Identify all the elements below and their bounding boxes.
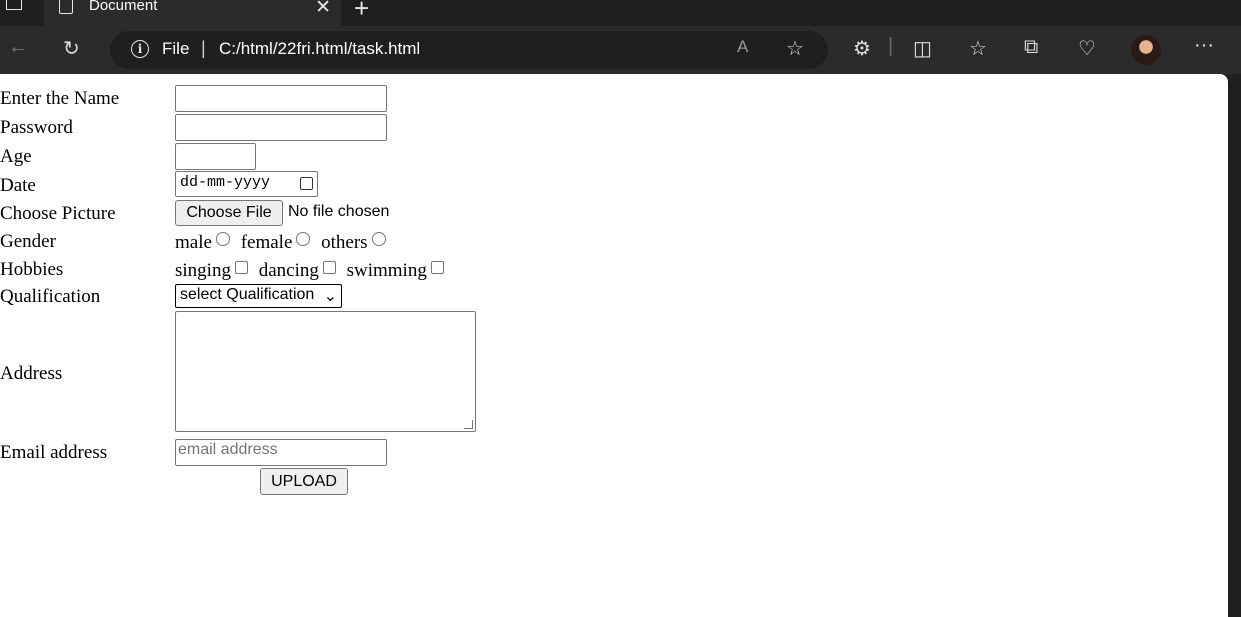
hobby-option-label: singing [175,260,231,281]
hobby-singing-checkbox[interactable] [234,261,248,274]
address-url[interactable]: C:/html/22fri.html/task.html [219,39,420,59]
browser-toolbar: ← ↻ i File | C:/html/22fri.html/task.htm… [0,26,1241,74]
tab-actions-icon[interactable] [6,0,22,10]
name-label: Enter the Name [0,88,120,109]
hobby-options: singing dancing swimming [175,260,450,282]
password-input[interactable] [175,114,387,141]
calendar-icon[interactable] [300,177,313,190]
hobby-option-label: swimming [346,260,427,281]
hobby-swimming-checkbox[interactable] [430,261,444,274]
hobbies-label: Hobbies [0,259,64,280]
name-input[interactable] [175,85,387,112]
email-input[interactable]: email address [175,439,387,466]
choose-file-button[interactable]: Choose File [175,200,283,226]
refresh-icon[interactable]: ↻ [63,36,80,61]
info-icon[interactable]: i [131,40,149,58]
address-bar[interactable]: i File | C:/html/22fri.html/task.html A … [110,31,828,69]
upload-button[interactable]: UPLOAD [260,468,348,495]
gender-option-label: others [321,232,368,253]
password-label: Password [0,117,73,138]
age-input[interactable] [175,143,256,170]
address-label: Address [0,363,63,384]
date-placeholder: dd-mm-yyyy [180,174,271,191]
email-placeholder: email address [178,441,278,458]
resize-grip-icon[interactable] [464,420,473,429]
picture-label: Choose Picture [0,203,116,224]
address-scheme: File [162,39,190,58]
collections-icon[interactable]: ⧉ [1024,36,1038,59]
toolbar-divider: | [888,35,894,57]
gender-option-label: female [240,232,293,253]
email-label: Email address [0,442,108,463]
hobby-option-label: dancing [258,260,319,281]
date-input[interactable]: dd-mm-yyyy [175,171,318,197]
favorite-star-icon[interactable]: ☆ [786,36,804,61]
page-icon [59,0,73,14]
gender-options: male female others [175,232,392,254]
qualification-selected: select Qualification [180,286,315,303]
gender-male-radio[interactable] [215,232,230,246]
page-content: Enter the Name Password Age Date dd-mm-y… [0,74,1228,617]
chevron-down-icon: ⌄ [323,288,337,305]
age-label: Age [0,146,32,167]
tab-document[interactable]: Document ✕ [44,0,341,26]
file-status: No file chosen [288,203,390,220]
hobby-dancing-checkbox[interactable] [322,261,336,274]
back-icon[interactable]: ← [8,36,28,59]
gender-option-label: male [175,232,212,253]
profile-avatar[interactable] [1131,35,1161,65]
favorites-icon[interactable]: ☆ [969,36,987,61]
address-separator: | [201,38,206,58]
new-tab-icon[interactable]: + [354,0,369,24]
read-aloud-icon[interactable]: A [737,37,748,57]
date-label: Date [0,175,36,196]
browser-essentials-icon[interactable]: ♡ [1078,36,1096,61]
address-textarea[interactable] [175,311,476,432]
split-screen-icon[interactable]: ◫ [913,36,932,61]
qualification-label: Qualification [0,286,101,307]
close-icon[interactable]: ✕ [315,0,331,19]
more-menu-icon[interactable]: ··· [1194,34,1214,57]
gender-others-radio[interactable] [371,232,386,246]
tab-title: Document [89,0,158,14]
extensions-icon[interactable]: ⚙ [853,36,871,61]
tab-strip: Document ✕ + [0,0,1241,26]
gender-female-radio[interactable] [296,232,311,246]
gender-label: Gender [0,231,56,252]
qualification-select[interactable]: select Qualification ⌄ [175,284,342,308]
